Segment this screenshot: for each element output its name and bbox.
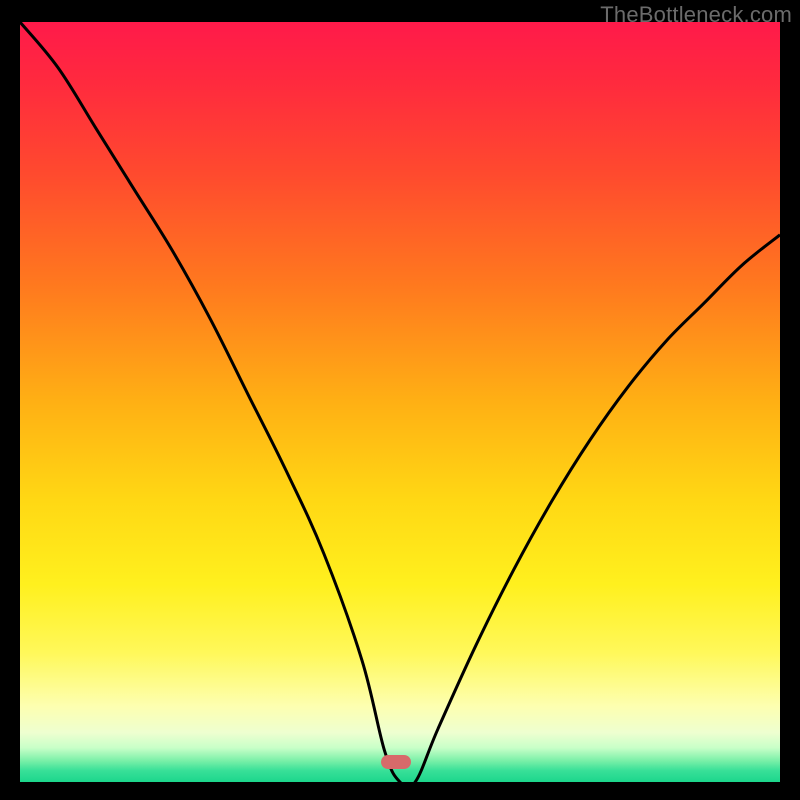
chart-frame: TheBottleneck.com xyxy=(0,0,800,800)
minimum-marker xyxy=(381,755,411,769)
bottleneck-plot xyxy=(20,22,780,782)
gradient-background xyxy=(20,22,780,782)
